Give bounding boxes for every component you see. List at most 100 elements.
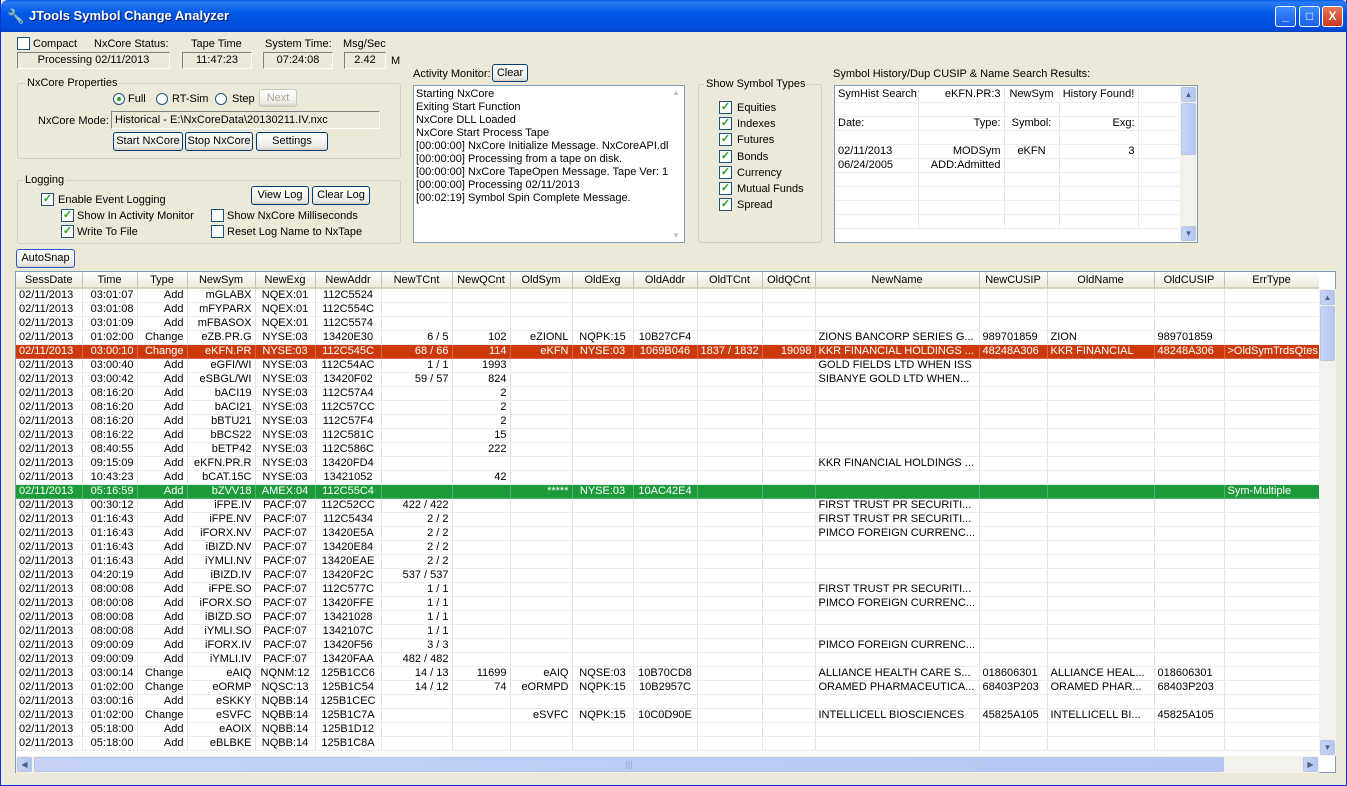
column-header[interactable]: NewAddr <box>315 272 382 289</box>
grid-vscroll-thumb[interactable] <box>1320 306 1335 361</box>
symtype-checkbox[interactable]: ✓ <box>719 101 732 114</box>
reset-name-checkbox[interactable] <box>211 225 224 238</box>
table-row[interactable]: 02/11/2013 09:00:09 Add iFORX.IV PACF:07 1342… <box>16 638 1319 653</box>
table-row[interactable]: 02/11/2013 01:02:00 Change eZB.PR.G NYSE:03 1… <box>16 330 1319 345</box>
activity-monitor-list[interactable]: Starting NxCore Exiting Start Function NxC… <box>413 85 685 243</box>
grid-hscroll-thumb[interactable]: ||| <box>34 757 1224 772</box>
column-header[interactable]: NewCUSIP <box>979 272 1048 289</box>
table-row[interactable]: 02/11/2013 01:16:43 Add iFORX.NV PACF:07 1342… <box>16 526 1319 541</box>
table-cell <box>572 498 634 513</box>
table-row[interactable]: 02/11/2013 08:16:22 Add bBCS22 NYSE:03 112C58… <box>16 428 1319 443</box>
column-header[interactable]: OldCUSIP <box>1154 272 1225 289</box>
symtype-checkbox[interactable]: ✓ <box>719 165 732 179</box>
table-row[interactable]: 02/11/2013 09:00:09 Add iYMLI.IV PACF:07 1342… <box>16 652 1319 667</box>
clear-log-button[interactable]: Clear Log <box>312 186 370 205</box>
symbol-change-grid[interactable]: SessDate Time Type NewSym NewExg NewAddr NewTC… <box>16 272 1319 756</box>
table-row[interactable]: 02/11/2013 03:00:16 Add eSKKY NQBB:14 125B1CE… <box>16 694 1319 709</box>
column-header[interactable]: SessDate <box>16 272 83 289</box>
scroll-up-arrow-icon[interactable]: ▲ <box>672 88 680 97</box>
table-row[interactable]: 02/11/2013 04:20:19 Add iBIZD.IV PACF:07 1342… <box>16 568 1319 583</box>
column-header[interactable]: NewTCnt <box>381 272 453 289</box>
table-row[interactable]: 02/11/2013 08:40:55 Add bETP42 NYSE:03 112C58… <box>16 442 1319 457</box>
table-row[interactable]: 02/11/2013 09:15:09 Add eKFN.PR.R NYSE:03 134… <box>16 456 1319 471</box>
table-row[interactable]: 02/11/2013 08:16:20 Add bACI21 NYSE:03 112C57… <box>16 400 1319 415</box>
enable-logging-checkbox[interactable]: ✓ <box>41 193 54 206</box>
table-row[interactable]: 02/11/2013 03:00:10 Change eKFN.PR NYSE:03 11… <box>16 344 1319 359</box>
grid-vertical-scrollbar[interactable]: ▲ ▼ <box>1319 289 1336 756</box>
symtype-checkbox[interactable]: ✓ <box>719 198 732 212</box>
history-cell: 02/11/2013 <box>835 144 919 159</box>
column-header[interactable]: NewExg <box>255 272 316 289</box>
column-header[interactable]: NewSym <box>187 272 256 289</box>
column-header[interactable]: OldTCnt <box>697 272 763 289</box>
table-row[interactable]: 02/11/2013 03:00:40 Add eGFI/WI NYSE:03 112C5… <box>16 358 1319 373</box>
column-header[interactable]: NewName <box>815 272 980 289</box>
scroll-up-arrow-icon[interactable]: ▲ <box>1181 87 1196 102</box>
history-grid[interactable]: SymHist Search: eKFN.PR:3 NewSym History Fo… <box>834 85 1198 243</box>
table-row[interactable]: 02/11/2013 01:16:43 Add iYMLI.NV PACF:07 1342… <box>16 554 1319 569</box>
title-bar[interactable]: 🔧 JTools Symbol Change Analyzer _ □ X <box>1 0 1347 32</box>
next-button[interactable]: Next <box>259 89 297 107</box>
table-row[interactable]: 02/11/2013 00:30:12 Add iFPE.IV PACF:07 112C5… <box>16 498 1319 513</box>
table-row[interactable]: 02/11/2013 01:16:43 Add iBIZD.NV PACF:07 1342… <box>16 540 1319 555</box>
column-header[interactable]: ErrType <box>1224 272 1319 289</box>
scroll-left-arrow-icon[interactable]: ◀ <box>17 757 32 772</box>
settings-button[interactable]: Settings <box>256 132 328 151</box>
write-file-checkbox[interactable]: ✓ <box>61 225 74 238</box>
history-scroll-thumb[interactable] <box>1181 103 1196 155</box>
column-header[interactable]: NewQCnt <box>452 272 511 289</box>
table-row[interactable]: 02/11/2013 03:01:07 Add mGLABX NQEX:01 112C55… <box>16 288 1319 303</box>
column-header[interactable]: Type <box>137 272 188 289</box>
full-radio[interactable] <box>113 93 125 105</box>
symtype-checkbox[interactable]: ✓ <box>719 182 732 195</box>
column-header[interactable]: OldQCnt <box>762 272 816 289</box>
table-row[interactable]: 02/11/2013 05:18:00 Add eBLBKE NQBB:14 125B1C… <box>16 736 1319 751</box>
column-header[interactable]: OldAddr <box>633 272 698 289</box>
symtype-checkbox[interactable]: ✓ <box>719 149 732 163</box>
start-nxcore-button[interactable]: Start NxCore <box>113 132 183 151</box>
table-row[interactable]: 02/11/2013 08:00:08 Add iBIZD.SO PACF:07 1342… <box>16 610 1319 625</box>
scroll-down-arrow-icon[interactable]: ▼ <box>1181 226 1196 241</box>
rtsim-radio[interactable] <box>156 93 168 105</box>
autosnap-button[interactable]: AutoSnap <box>16 249 75 268</box>
table-row[interactable]: 02/11/2013 08:16:20 Add bBTU21 NYSE:03 112C57… <box>16 414 1319 429</box>
table-row[interactable]: 02/11/2013 08:16:20 Add bACI19 NYSE:03 112C57… <box>16 386 1319 401</box>
column-header[interactable]: Time <box>82 272 138 289</box>
table-row[interactable]: 02/11/2013 05:16:59 Add bZVV18 AMEX:04 112C55… <box>16 484 1319 499</box>
table-row[interactable]: 02/11/2013 03:01:09 Add mFBASOX NQEX:01 112C5… <box>16 316 1319 331</box>
table-row[interactable]: 02/11/2013 03:00:42 Add eSBGL/WI NYSE:03 1342… <box>16 372 1319 387</box>
stop-nxcore-button[interactable]: Stop NxCore <box>185 132 253 151</box>
scroll-right-arrow-icon[interactable]: ▶ <box>1303 757 1318 772</box>
column-header[interactable]: OldExg <box>572 272 634 289</box>
grid-horizontal-scrollbar[interactable]: ◀ ||| ▶ <box>16 756 1319 773</box>
table-row[interactable]: 02/11/2013 03:00:14 Change eAIQ NQNM:12 125B1… <box>16 666 1319 681</box>
step-radio[interactable] <box>215 93 227 105</box>
activity-scrollbar[interactable]: ▲ ▼ <box>669 86 684 242</box>
compact-checkbox[interactable] <box>17 37 30 50</box>
activity-clear-button[interactable]: Clear <box>492 64 528 82</box>
history-cell <box>835 214 919 229</box>
symtype-checkbox[interactable]: ✓ <box>719 133 732 147</box>
minimize-button[interactable]: _ <box>1275 6 1296 27</box>
show-activity-checkbox[interactable]: ✓ <box>61 209 74 222</box>
scroll-up-arrow-icon[interactable]: ▲ <box>1320 290 1335 305</box>
table-row[interactable]: 02/11/2013 05:18:00 Add eAOIX NQBB:14 125B1D1… <box>16 722 1319 737</box>
table-row[interactable]: 02/11/2013 08:00:08 Add iYMLI.SO PACF:07 1342… <box>16 624 1319 639</box>
column-header[interactable]: OldSym <box>510 272 573 289</box>
view-log-button[interactable]: View Log <box>251 186 309 205</box>
column-header[interactable]: OldName <box>1047 272 1155 289</box>
close-button[interactable]: X <box>1322 6 1343 27</box>
history-scrollbar[interactable]: ▲ ▼ <box>1180 86 1197 242</box>
table-row[interactable]: 02/11/2013 01:16:43 Add iFPE.NV PACF:07 112C5… <box>16 512 1319 527</box>
scroll-down-arrow-icon[interactable]: ▼ <box>672 231 680 240</box>
symtype-checkbox[interactable]: ✓ <box>719 117 732 131</box>
show-ms-checkbox[interactable] <box>211 209 224 222</box>
scroll-down-arrow-icon[interactable]: ▼ <box>1320 740 1335 755</box>
table-row[interactable]: 02/11/2013 10:43:23 Add bCAT.15C NYSE:03 1342… <box>16 470 1319 485</box>
maximize-button[interactable]: □ <box>1299 6 1320 27</box>
table-row[interactable]: 02/11/2013 01:02:00 Change eORMP NQSC:13 125B… <box>16 680 1319 695</box>
table-row[interactable]: 02/11/2013 08:00:08 Add iFORX.SO PACF:07 1342… <box>16 596 1319 611</box>
table-row[interactable]: 02/11/2013 01:02:00 Change eSVFC NQBB:14 125B… <box>16 708 1319 723</box>
table-row[interactable]: 02/11/2013 08:00:08 Add iFPE.SO PACF:07 112C5… <box>16 582 1319 597</box>
table-row[interactable]: 02/11/2013 03:01:08 Add mFYPARX NQEX:01 112C5… <box>16 302 1319 317</box>
